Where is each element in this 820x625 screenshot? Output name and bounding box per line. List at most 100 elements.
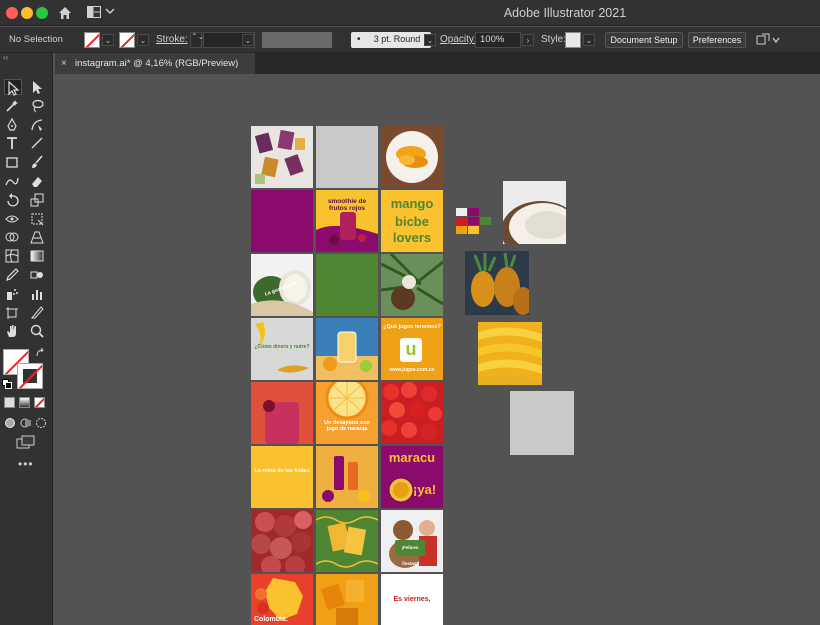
fill-dropdown-button[interactable]: ⌄ (102, 34, 114, 46)
rectangle-tool-button[interactable] (4, 154, 22, 170)
post-placeholder-gray[interactable] (316, 126, 378, 188)
chevron-down-icon[interactable] (105, 6, 115, 16)
stroke-weight-dropdown[interactable]: ⌄ (242, 34, 254, 46)
blend-tool-button[interactable] (29, 267, 47, 283)
post-juices-glass[interactable] (316, 318, 378, 380)
selection-tool-button[interactable] (4, 79, 22, 96)
post-solid-green[interactable] (316, 254, 378, 316)
post-strawberries[interactable] (381, 382, 443, 444)
opacity-dropdown-button[interactable]: › (522, 34, 534, 46)
eraser-tool-button[interactable] (29, 173, 47, 189)
mesh-tool-button[interactable] (4, 248, 22, 264)
stroke-dropdown-button[interactable]: ⌄ (137, 34, 149, 46)
opacity-label[interactable]: Opacity: (440, 27, 477, 53)
hand-tool-button[interactable] (4, 323, 22, 339)
symbol-sprayer-tool-button[interactable] (4, 286, 22, 302)
eyedropper-tool-button[interactable] (4, 267, 22, 283)
post-snacks[interactable] (251, 126, 313, 188)
stroke-color-box[interactable] (17, 363, 43, 389)
free-transform-tool-button[interactable] (29, 211, 47, 227)
bicbe-word: bicbe (395, 214, 429, 229)
default-fill-stroke-icon[interactable] (2, 379, 12, 389)
post-solid-purple[interactable] (251, 190, 313, 252)
canvas-area[interactable]: smoothie de frutos rojos mango bicbe lov… (55, 74, 820, 625)
draw-normal-icon[interactable] (4, 417, 16, 429)
bananas-photo[interactable] (478, 322, 542, 385)
type-tool-button[interactable] (4, 135, 22, 151)
direct-selection-tool-button[interactable] (29, 79, 47, 95)
artboard-tool-button[interactable] (4, 305, 22, 321)
perspective-grid-tool-button[interactable] (29, 229, 47, 245)
edit-toolbar-icon[interactable]: ••• (18, 457, 34, 471)
change-screen-mode-icon[interactable] (16, 435, 36, 449)
post-felices-fiestas[interactable]: ¡Felices fiestas! (381, 510, 443, 572)
post-red-juice[interactable] (251, 382, 313, 444)
brush-dropdown-arrow[interactable]: ⌄ (424, 34, 436, 46)
paintbrush-tool-button[interactable] (29, 154, 47, 170)
post-orange-juice[interactable]: Un desayuno con jugo de naranja (316, 382, 378, 444)
width-tool-button[interactable] (4, 211, 22, 227)
variable-width-profile[interactable] (262, 32, 332, 48)
pineapples-image (471, 252, 529, 315)
pen-tool-button[interactable] (4, 117, 22, 133)
graphic-style-swatch[interactable] (565, 32, 581, 48)
brush-definition-dropdown[interactable]: • 3 pt. Round (351, 32, 431, 48)
rotate-tool-button[interactable] (4, 192, 22, 208)
post-green-packs[interactable] (316, 510, 378, 572)
post-coconut[interactable] (381, 254, 443, 316)
fill-swatch[interactable] (84, 32, 100, 48)
chevron-down-icon[interactable] (772, 36, 780, 44)
opacity-field[interactable]: 100% (475, 32, 521, 48)
none-mode-button[interactable] (34, 397, 45, 408)
post-mango-plate[interactable] (381, 126, 443, 188)
close-window-button[interactable] (6, 7, 18, 19)
post-orange-snacks[interactable] (316, 574, 378, 625)
document-tab[interactable]: × instagram.ai* @ 4,16% (RGB/Preview) (55, 53, 255, 74)
close-tab-icon[interactable]: × (61, 53, 67, 74)
maximize-window-button[interactable] (36, 7, 48, 19)
scale-tool-button[interactable] (29, 192, 47, 208)
draw-inside-icon[interactable] (35, 417, 47, 429)
home-icon[interactable] (57, 5, 73, 21)
workspace-switcher-icon[interactable] (87, 6, 101, 18)
curvature-tool-button[interactable] (29, 117, 47, 133)
color-mode-button[interactable] (4, 397, 15, 408)
post-grapes[interactable] (251, 510, 313, 572)
line-tool-button[interactable] (29, 135, 47, 151)
post-reina-frutas[interactable]: La reina de las frutas (251, 446, 313, 508)
coconut-photo[interactable] (503, 181, 566, 244)
gradient-mode-button[interactable] (19, 397, 30, 408)
preferences-button[interactable]: Preferences (688, 32, 746, 48)
stroke-label[interactable]: Stroke: (156, 27, 188, 53)
post-guanabana[interactable]: La guanábana (251, 254, 313, 316)
zoom-tool-button[interactable] (29, 323, 47, 339)
arrange-documents-icon[interactable] (756, 33, 770, 47)
gradient-tool-button[interactable] (29, 248, 47, 264)
post-mango-lovers[interactable]: mango bicbe lovers (381, 190, 443, 252)
post-que-jugos[interactable]: ¿Qué jugos tenemos? u www.jugos.com.co (381, 318, 443, 380)
shaper-tool-button[interactable] (4, 173, 22, 189)
gray-placeholder-rect[interactable] (510, 391, 574, 455)
post-juice-bottles[interactable] (316, 446, 378, 508)
post-colombia[interactable]: Colombia: (251, 574, 313, 625)
lasso-tool-button[interactable] (29, 98, 47, 114)
minimize-window-button[interactable] (21, 7, 33, 19)
magic-wand-tool-button[interactable] (4, 98, 22, 114)
stroke-weight-stepper[interactable]: ⌃⌄ (190, 32, 204, 48)
gradient-tool-icon (30, 250, 44, 262)
column-graph-tool-button[interactable] (29, 286, 47, 302)
document-setup-button[interactable]: Document Setup (605, 32, 683, 48)
post-smoothie[interactable]: smoothie de frutos rojos (316, 190, 378, 252)
slice-tool-button[interactable] (29, 305, 47, 321)
post-es-viernes[interactable]: Es viernes, (381, 574, 443, 625)
post-banana-question[interactable]: ¿Cómo dinero y nutre? (251, 318, 313, 380)
post-maracuya[interactable]: maracu ¡ya! (381, 446, 443, 508)
stroke-swatch[interactable] (119, 32, 135, 48)
color-palette-swatches[interactable] (456, 208, 492, 236)
draw-behind-icon[interactable] (20, 417, 32, 429)
collapse-panel-icon[interactable]: ‹‹ (3, 53, 8, 62)
shape-builder-tool-button[interactable] (4, 229, 22, 245)
swap-fill-stroke-icon[interactable] (35, 348, 45, 358)
graphic-style-dropdown[interactable]: ⌄ (583, 34, 595, 46)
pineapples-photo[interactable] (465, 251, 529, 315)
